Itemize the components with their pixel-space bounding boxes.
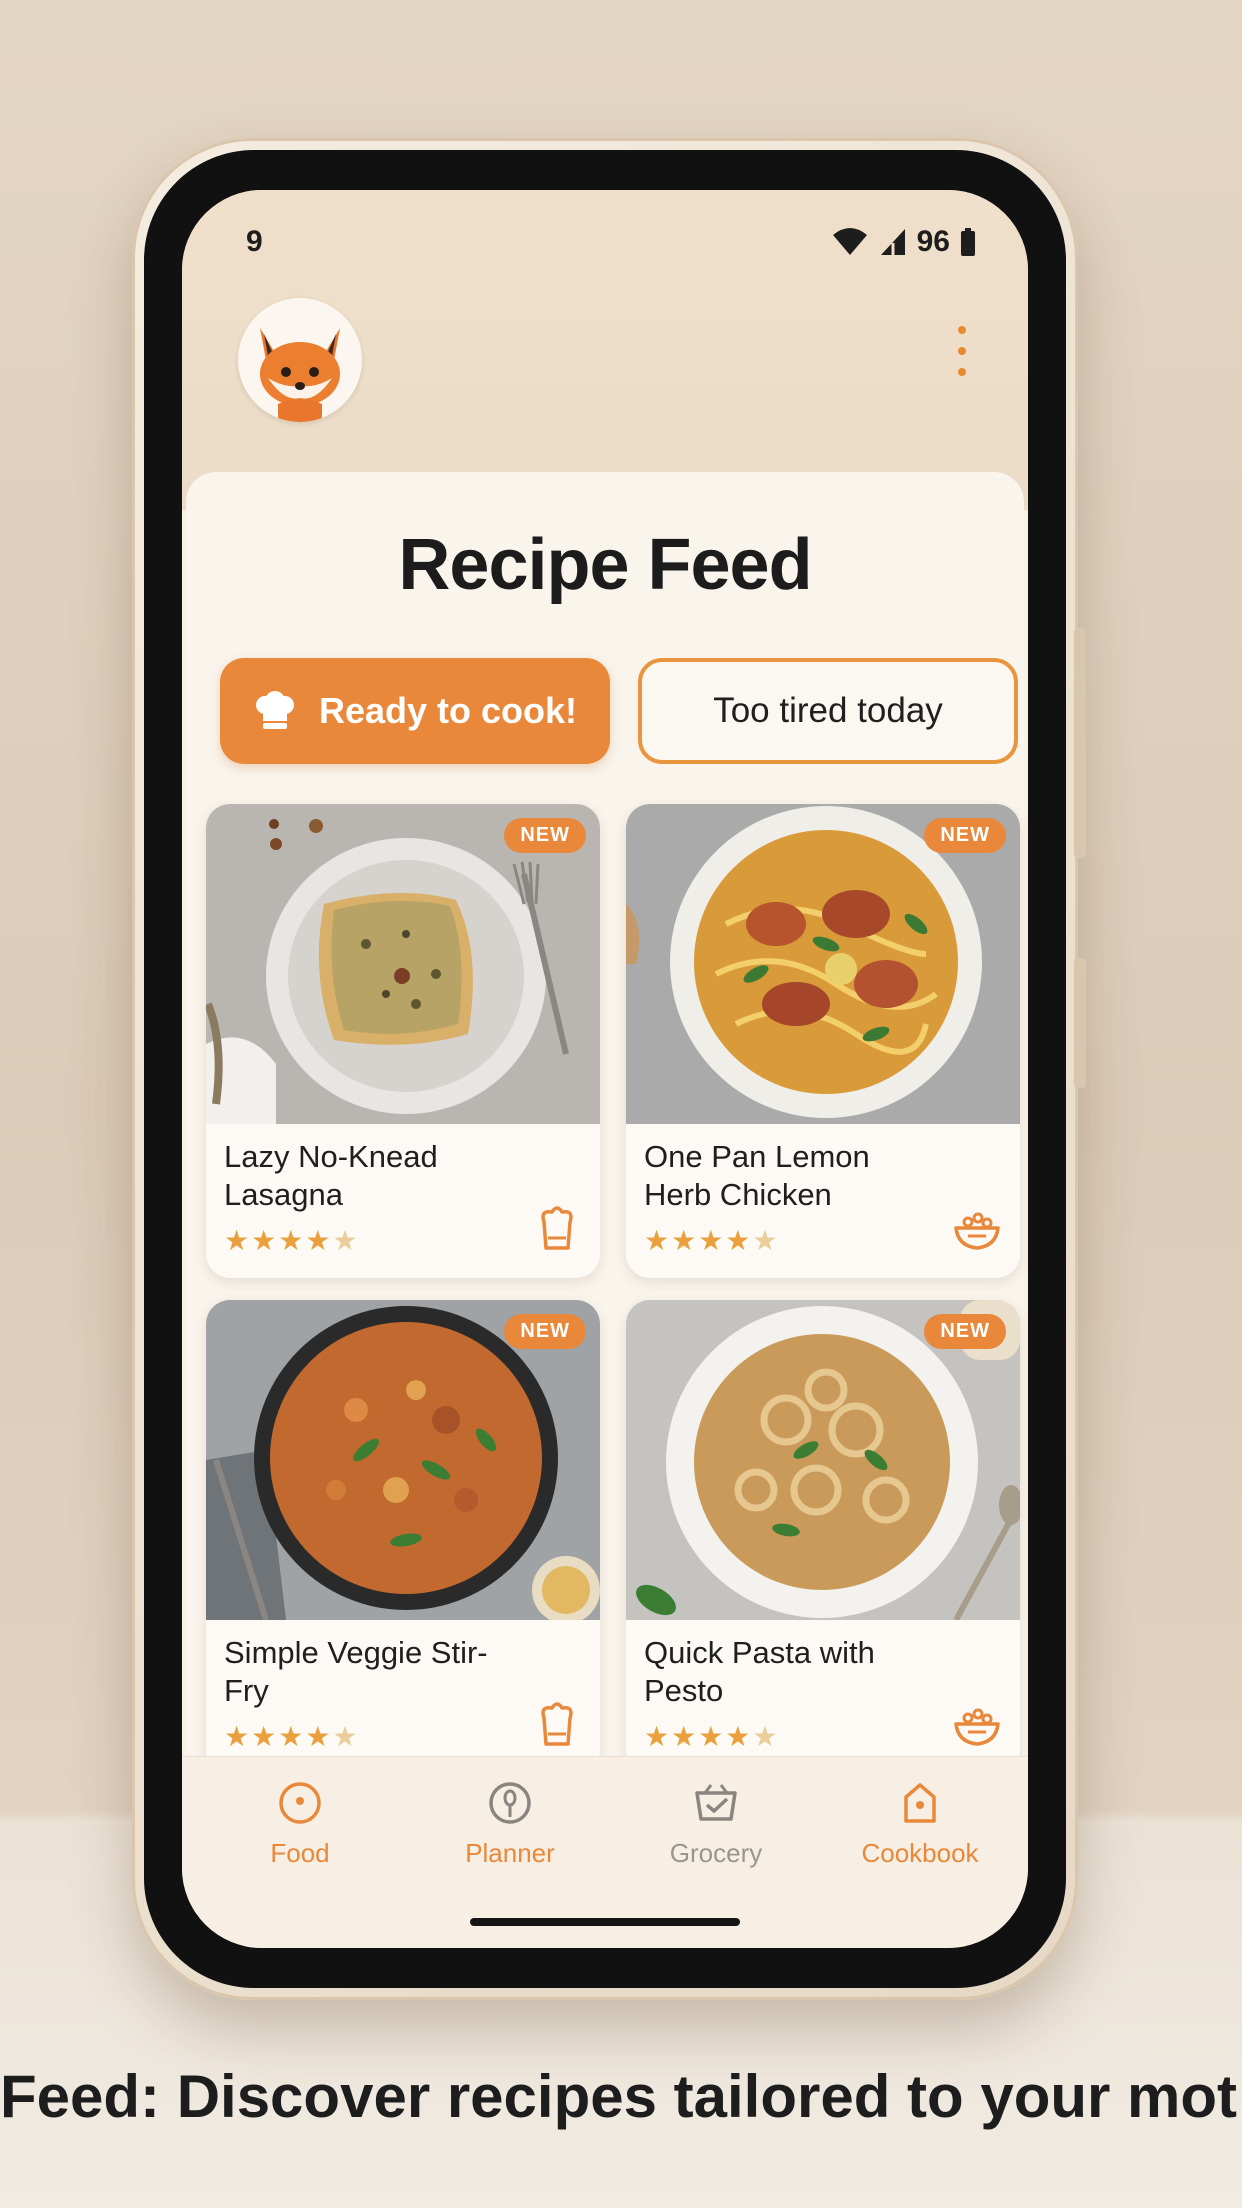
too-tired-button[interactable]: Too tired today (638, 658, 1018, 764)
power-button (1074, 958, 1086, 1088)
ready-label: Ready to cook! (318, 690, 578, 731)
home-indicator[interactable] (470, 1918, 740, 1926)
phone-frame: 9 96 Recipe Feed Ready to cook! Too tire… (132, 138, 1086, 2000)
page-title: Recipe Feed (398, 525, 812, 605)
status-time: 9 (246, 225, 263, 258)
fox-icon (260, 328, 340, 422)
basket-icon (695, 1784, 737, 1821)
recipe-name: Quick Pasta with Pesto (644, 1635, 875, 1708)
battery-icon (961, 228, 975, 256)
spoon-icon (489, 1782, 531, 1824)
bowl-icon[interactable] (952, 1700, 1002, 1750)
phone-bezel: 9 96 Recipe Feed Ready to cook! Too tire… (144, 150, 1066, 1988)
chef-hat-icon (255, 691, 294, 729)
recipe-card-chicken[interactable]: NEW One Pan Lemon Herb Chicken ★★★★★ (626, 804, 1020, 1278)
recipe-feed-panel: Recipe Feed Ready to cook! Too tired tod… (186, 472, 1024, 1824)
nav-food[interactable]: Food (210, 1779, 390, 1869)
nav-label: Food (270, 1838, 330, 1868)
ready-to-cook-button[interactable]: Ready to cook! (220, 658, 610, 764)
bottom-navigation: Food Planner Grocery Cookbook (182, 1756, 1028, 1948)
nav-grocery[interactable]: Grocery (626, 1779, 806, 1869)
rating-stars: ★★★★★ (224, 1225, 360, 1256)
rating-stars: ★★★★★ (224, 1721, 360, 1752)
recipe-name: Lazy No-Knead Lasagna (224, 1139, 438, 1212)
plate-icon (279, 1782, 321, 1824)
nav-label: Cookbook (861, 1838, 979, 1868)
chef-hat-icon[interactable] (532, 1700, 582, 1750)
app-header: 9 96 (182, 190, 1028, 510)
tired-label: Too tired today (713, 691, 943, 730)
recipe-card-lasagna[interactable]: NEW Lazy No-Knead Lasagna ★★★★★ (206, 804, 600, 1278)
volume-button (1074, 628, 1086, 858)
nav-label: Grocery (669, 1838, 763, 1868)
new-badge: NEW (924, 1314, 1006, 1349)
nav-label: Planner (465, 1838, 555, 1868)
recipe-card-pasta[interactable]: NEW Quick Pasta with Pesto ★★★★★ (626, 1300, 1020, 1774)
signal-icon (880, 229, 905, 255)
recipe-card-stir-fry[interactable]: NEW Simple Veggie Stir-Fry ★★★★★ (206, 1300, 600, 1774)
wifi-icon (832, 228, 867, 255)
fox-avatar[interactable] (238, 298, 362, 422)
recipe-name: One Pan Lemon Herb Chicken (644, 1139, 870, 1212)
rating-stars: ★★★★★ (644, 1225, 780, 1256)
new-badge: NEW (504, 818, 586, 853)
promo-caption: Feed: Discover recipes tailored to your … (0, 2063, 1238, 2130)
more-options-icon[interactable] (952, 326, 972, 376)
bowl-icon[interactable] (952, 1204, 1002, 1254)
book-icon (904, 1783, 936, 1823)
app-screen: 9 96 Recipe Feed Ready to cook! Too tire… (182, 190, 1028, 1948)
nav-cookbook[interactable]: Cookbook (830, 1779, 1010, 1869)
nav-planner[interactable]: Planner (420, 1779, 600, 1869)
recipe-name: Simple Veggie Stir-Fry (224, 1635, 488, 1708)
status-bar: 9 96 (246, 222, 976, 262)
new-badge: NEW (924, 818, 1006, 853)
battery-level: 96 (916, 225, 950, 258)
rating-stars: ★★★★★ (644, 1721, 780, 1752)
chef-hat-icon[interactable] (532, 1204, 582, 1254)
new-badge: NEW (504, 1314, 586, 1349)
